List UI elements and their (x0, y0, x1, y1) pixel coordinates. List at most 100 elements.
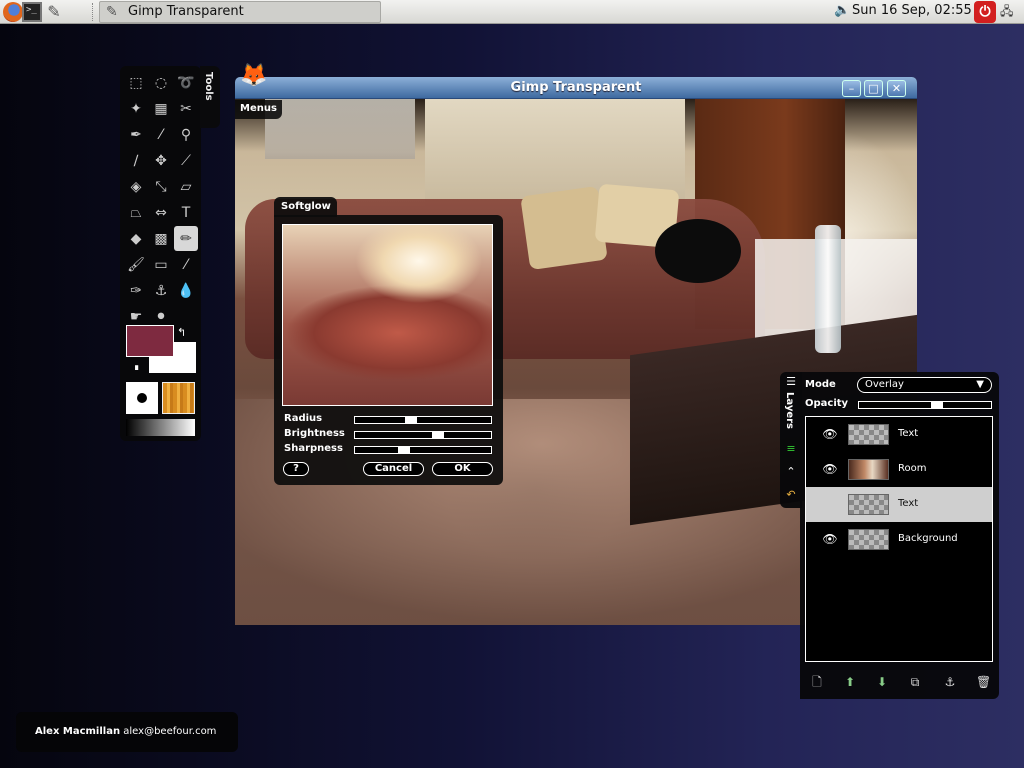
eraser-icon[interactable]: ▭ (149, 252, 173, 277)
scale-icon[interactable]: ⤡ (149, 174, 173, 199)
layer-name: Background (898, 533, 958, 544)
layers-stack-icon[interactable]: ☰ (784, 375, 798, 389)
brightness-label: Brightness (284, 428, 345, 439)
measure-icon[interactable]: ∕ (124, 148, 148, 173)
blur-icon[interactable]: 💧 (174, 278, 198, 303)
raise-layer-icon[interactable]: ⬆ (843, 675, 857, 689)
sharpness-label: Sharpness (284, 443, 343, 454)
clone-icon[interactable]: ⚓ (149, 278, 173, 303)
sharpness-slider-knob[interactable] (398, 447, 410, 453)
mode-select[interactable]: Overlay ▼ (857, 377, 992, 393)
clock[interactable]: Sun 16 Sep, 02:55 (852, 3, 972, 18)
photo-window (265, 99, 415, 159)
magic-wand-icon[interactable]: ✦ (124, 96, 148, 121)
layer-row-selected[interactable]: Text (806, 487, 992, 522)
perspective-icon[interactable]: ⏢ (124, 200, 148, 225)
radius-slider[interactable] (354, 416, 492, 424)
tools-tab-label: Tools (203, 72, 214, 101)
power-icon[interactable]: ⏻ (974, 1, 996, 23)
top-panel: ✎ ✎ Gimp Transparent 🔈 Sun 16 Sep, 02:55… (0, 0, 1024, 24)
airbrush-icon[interactable]: ⁄ (174, 252, 198, 277)
brightness-slider-knob[interactable] (432, 432, 444, 438)
help-button[interactable]: ? (283, 462, 309, 476)
color-picker-icon[interactable]: ⁄ (149, 122, 173, 147)
layer-name: Text (898, 498, 919, 509)
rect-select-icon[interactable]: ⬚ (124, 70, 148, 95)
color-select-icon[interactable]: ▦ (149, 96, 173, 121)
paths-icon[interactable]: ✒ (124, 122, 148, 147)
ink-icon[interactable]: ✑ (124, 278, 148, 303)
credit-email: alex@beefour.com (123, 726, 217, 737)
opacity-label: Opacity (805, 398, 849, 409)
brightness-slider[interactable] (354, 431, 492, 439)
layer-thumbnail (848, 494, 889, 515)
blend-icon[interactable]: ▩ (149, 226, 173, 251)
layer-row[interactable]: 👁 Background (806, 522, 992, 557)
radius-label: Radius (284, 413, 323, 424)
move-icon[interactable]: ✥ (149, 148, 173, 173)
lasso-icon[interactable]: ➰ (174, 70, 198, 95)
tools-tab[interactable]: Tools (200, 66, 220, 128)
zoom-icon[interactable]: ⚲ (174, 122, 198, 147)
scissors-icon[interactable]: ✂ (174, 96, 198, 121)
swap-colors-icon[interactable]: ↰ (177, 326, 186, 339)
taskbar-button-gimp[interactable]: ✎ Gimp Transparent (99, 1, 381, 23)
eye-icon[interactable]: 👁 (822, 532, 838, 546)
duplicate-layer-icon[interactable]: ⧉ (908, 675, 922, 689)
crop-icon[interactable]: ⟋ (174, 148, 198, 173)
pencil-icon[interactable]: ✏ (174, 226, 198, 251)
eye-icon[interactable]: 👁 (822, 462, 838, 476)
eye-icon[interactable]: 👁 (822, 427, 838, 441)
anchor-layer-icon[interactable]: ⚓ (943, 675, 957, 689)
softglow-preview[interactable] (282, 224, 493, 406)
lower-layer-icon[interactable]: ⬇ (875, 675, 889, 689)
cancel-button[interactable]: Cancel (363, 462, 424, 476)
brush-preview[interactable] (126, 382, 158, 414)
layer-name: Room (898, 463, 927, 474)
pattern-preview[interactable] (162, 382, 195, 414)
firefox-icon[interactable] (3, 2, 23, 22)
network-icon[interactable]: 🖧 (1000, 3, 1020, 19)
rotate-icon[interactable]: ◈ (124, 174, 148, 199)
new-layer-icon[interactable]: 🗋 (810, 675, 824, 689)
mode-value: Overlay (865, 379, 904, 390)
channels-icon[interactable]: ≡ (784, 442, 798, 456)
opacity-slider[interactable] (858, 401, 992, 409)
window-title: Gimp Transparent (510, 80, 642, 95)
close-button[interactable]: ✕ (887, 80, 906, 97)
bucket-fill-icon[interactable]: ◆ (124, 226, 148, 251)
layer-row[interactable]: 👁 Room (806, 452, 992, 487)
undo-history-icon[interactable]: ↶ (784, 488, 798, 502)
terminal-icon[interactable] (22, 2, 42, 22)
gimp-icon: ✎ (106, 4, 118, 20)
layer-row[interactable]: 👁 Text (806, 417, 992, 452)
menus-button[interactable]: Menus (235, 100, 282, 119)
gimp-launcher-icon[interactable]: ✎ (44, 2, 64, 22)
sharpness-slider[interactable] (354, 446, 492, 454)
foreground-color-front[interactable] (126, 325, 174, 357)
flip-icon[interactable]: ⇔ (149, 200, 173, 225)
volume-icon[interactable]: 🔈 (834, 3, 850, 19)
radius-slider-knob[interactable] (405, 417, 417, 423)
dropdown-arrow-icon: ▼ (976, 379, 984, 390)
softglow-tab[interactable]: Softglow (274, 197, 337, 217)
layers-tab-label[interactable]: Layers (784, 392, 795, 429)
paths-tab-icon[interactable]: ⌃ (784, 465, 798, 479)
photo-bottle (815, 225, 841, 353)
ok-button[interactable]: OK (432, 462, 493, 476)
panel-separator (92, 3, 94, 21)
ellipse-select-icon[interactable]: ◌ (149, 70, 173, 95)
paintbrush-icon[interactable]: 🖌 (124, 252, 148, 277)
minimize-button[interactable]: – (842, 80, 861, 97)
shear-icon[interactable]: ▱ (174, 174, 198, 199)
tool-grid: ⬚ ◌ ➰ ✦ ▦ ✂ ✒ ⁄ ⚲ ∕ ✥ ⟋ ◈ ⤡ ▱ ⏢ ⇔ T ◆ ▩ … (124, 70, 199, 329)
maximize-button[interactable]: □ (864, 80, 883, 97)
delete-layer-icon[interactable]: 🗑 (976, 675, 991, 689)
photo-chair (655, 219, 741, 283)
text-icon[interactable]: T (174, 200, 198, 225)
window-titlebar[interactable]: Gimp Transparent – □ ✕ (235, 77, 917, 99)
gradient-preview[interactable] (126, 419, 195, 436)
opacity-slider-knob[interactable] (931, 402, 943, 408)
reset-colors-icon[interactable]: ▗ (132, 361, 138, 370)
photo-cushion (520, 185, 608, 271)
